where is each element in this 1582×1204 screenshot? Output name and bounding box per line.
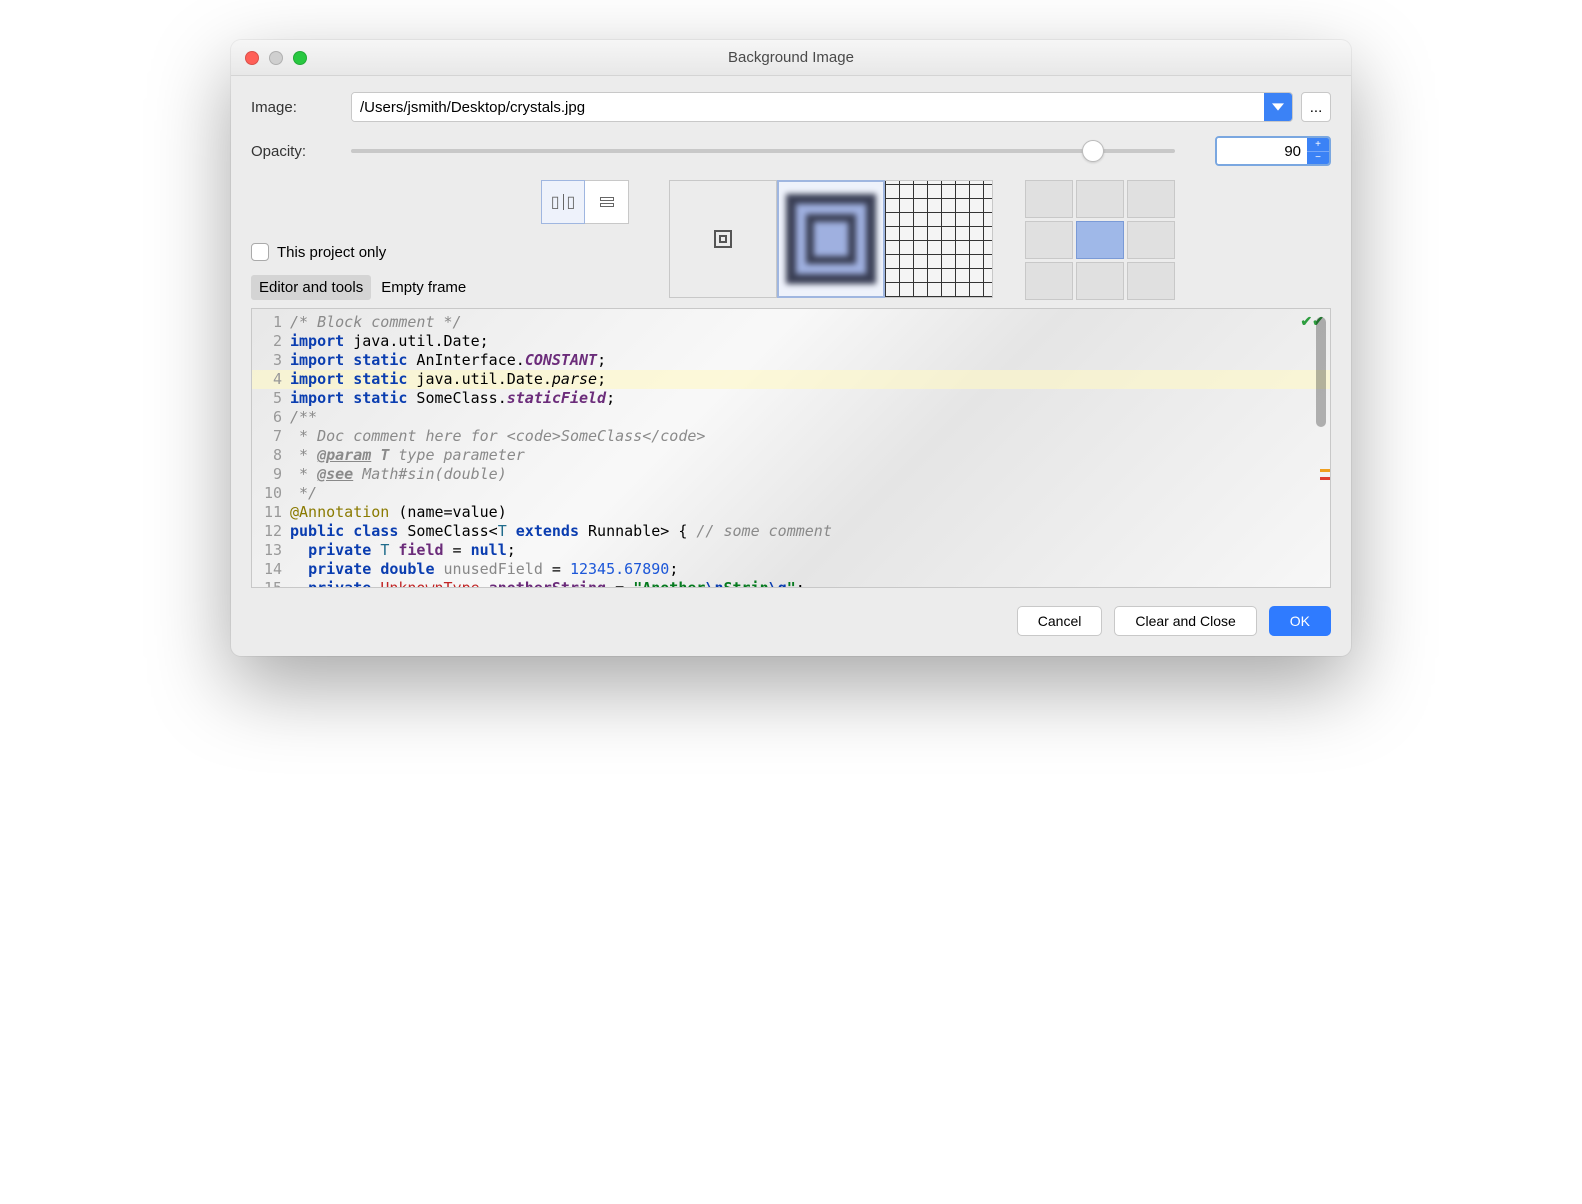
anchor-top-center[interactable] (1076, 180, 1124, 218)
anchor-middle-left[interactable] (1025, 221, 1073, 259)
opacity-step-up-icon[interactable]: + (1307, 138, 1329, 152)
fill-mode-group (669, 180, 993, 298)
plain-icon (714, 230, 732, 248)
project-only-checkbox[interactable] (251, 243, 269, 261)
editor-preview: ✔✔ 123456789101112131415 /* Block commen… (251, 308, 1331, 588)
flip-toggle-group: ▯▯ (541, 180, 629, 224)
tile-icon (885, 181, 992, 297)
project-only-label: This project only (277, 244, 386, 261)
tab-editor-and-tools[interactable]: Editor and tools (251, 275, 371, 300)
dialog-footer: Cancel Clear and Close OK (231, 588, 1351, 656)
tab-empty-frame[interactable]: Empty frame (373, 275, 474, 300)
flip-horizontal-button[interactable]: ▯▯ (541, 180, 585, 224)
fill-mode-tile[interactable] (885, 180, 993, 298)
anchor-bottom-right[interactable] (1127, 262, 1175, 300)
scope-tabs: Editor and tools Empty frame (251, 275, 531, 300)
opacity-label: Opacity: (251, 143, 351, 160)
image-path-input[interactable] (352, 93, 1264, 121)
opacity-slider[interactable] (351, 149, 1175, 153)
anchor-top-left[interactable] (1025, 180, 1073, 218)
flip-vertical-button[interactable] (585, 180, 629, 224)
opacity-step-down-icon[interactable]: − (1307, 152, 1329, 165)
image-path-dropdown-icon[interactable] (1264, 93, 1292, 121)
opacity-spinner[interactable]: + − (1215, 136, 1331, 166)
opacity-slider-thumb[interactable] (1082, 140, 1104, 162)
line-gutter: 123456789101112131415 (252, 313, 290, 588)
fill-mode-scale[interactable] (777, 180, 885, 298)
scale-icon (786, 194, 876, 284)
flip-horizontal-icon: ▯▯ (551, 192, 576, 212)
window-title: Background Image (231, 49, 1351, 66)
opacity-input[interactable] (1217, 138, 1307, 164)
fill-mode-plain[interactable] (669, 180, 777, 298)
dialog-window: Background Image Image: ... Opacity: (231, 40, 1351, 656)
clear-and-close-button[interactable]: Clear and Close (1114, 606, 1256, 636)
ok-button[interactable]: OK (1269, 606, 1331, 636)
anchor-bottom-left[interactable] (1025, 262, 1073, 300)
anchor-grid (1025, 180, 1175, 300)
code-lines: /* Block comment */ import java.util.Dat… (290, 313, 1330, 588)
cancel-button[interactable]: Cancel (1017, 606, 1103, 636)
anchor-bottom-center[interactable] (1076, 262, 1124, 300)
flip-vertical-icon (600, 197, 614, 207)
image-path-combo[interactable] (351, 92, 1293, 122)
titlebar: Background Image (231, 40, 1351, 76)
image-label: Image: (251, 99, 351, 116)
anchor-middle-center[interactable] (1076, 221, 1124, 259)
browse-button[interactable]: ... (1301, 92, 1331, 122)
anchor-top-right[interactable] (1127, 180, 1175, 218)
anchor-middle-right[interactable] (1127, 221, 1175, 259)
